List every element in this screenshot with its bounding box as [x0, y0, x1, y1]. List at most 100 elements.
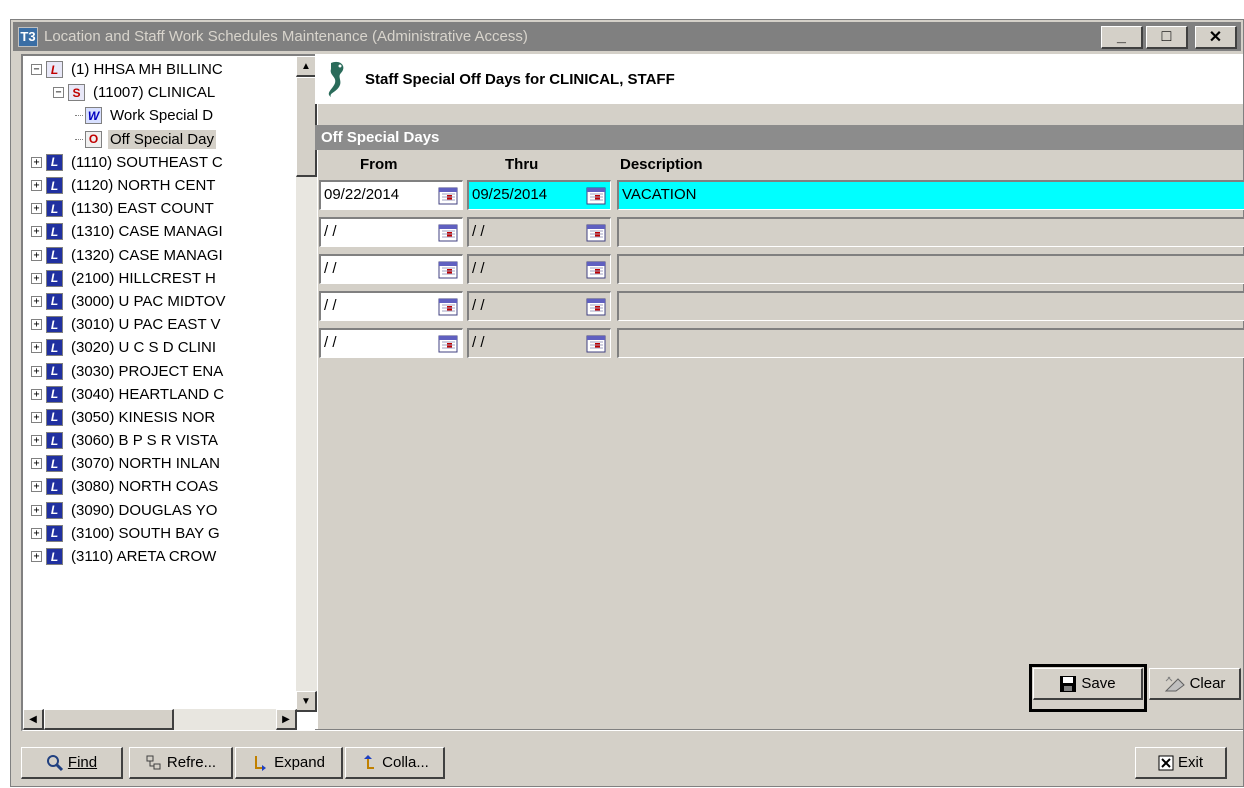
from-date-field[interactable]: / / — [319, 217, 463, 247]
from-date-field[interactable]: / / — [319, 328, 463, 358]
tree-item-label[interactable]: (3050) KINESIS NOR — [69, 408, 217, 427]
expand-node-icon[interactable]: + — [31, 295, 42, 307]
expand-node-icon[interactable]: + — [31, 342, 42, 354]
tree-item[interactable]: + L (1310) CASE MANAGI — [25, 220, 295, 243]
collapse-node-icon[interactable]: − — [31, 64, 42, 76]
horizontal-scroll-thumb[interactable] — [44, 709, 174, 730]
scroll-up-arrow-icon[interactable]: ▲ — [296, 56, 317, 77]
tree-item[interactable]: + L (1130) EAST COUNT — [25, 197, 295, 220]
tree-item-label[interactable]: (3080) NORTH COAS — [69, 477, 220, 496]
tree-item-label[interactable]: (1320) CASE MANAGI — [69, 246, 225, 265]
tree-item-label[interactable]: (11007) CLINICAL — [91, 83, 217, 102]
calendar-icon[interactable] — [438, 187, 458, 205]
description-field[interactable] — [617, 254, 1244, 284]
calendar-icon[interactable] — [438, 261, 458, 279]
tree-item-label[interactable]: (3040) HEARTLAND C — [69, 385, 226, 404]
thru-date-field[interactable]: / / — [467, 254, 611, 284]
thru-date-field[interactable]: / / — [467, 291, 611, 321]
tree-item[interactable]: + L (3100) SOUTH BAY G — [25, 522, 295, 545]
exit-button[interactable]: Exit — [1135, 747, 1227, 779]
calendar-icon[interactable] — [586, 224, 606, 242]
tree-item[interactable]: + L (2100) HILLCREST H — [25, 267, 295, 290]
scroll-down-arrow-icon[interactable]: ▼ — [296, 691, 317, 712]
tree-item-label[interactable]: (1310) CASE MANAGI — [69, 222, 225, 241]
tree-item-label[interactable]: (3100) SOUTH BAY G — [69, 524, 222, 543]
tree-item-label[interactable]: (1) HHSA MH BILLINC — [69, 60, 225, 79]
description-field[interactable] — [617, 328, 1244, 358]
tree-item-label[interactable]: (3110) ARETA CROW — [69, 547, 218, 566]
expand-node-icon[interactable]: + — [31, 411, 42, 423]
expand-node-icon[interactable]: + — [31, 226, 42, 238]
description-field[interactable]: VACATION — [617, 180, 1244, 210]
clear-button[interactable]: Clear — [1149, 668, 1241, 700]
tree-item[interactable]: − L (1) HHSA MH BILLINC — [25, 58, 295, 81]
calendar-icon[interactable] — [586, 187, 606, 205]
expand-node-icon[interactable]: + — [31, 156, 42, 168]
tree-item-label[interactable]: Work Special D — [108, 106, 215, 125]
tree-item-label[interactable]: Off Special Day — [108, 129, 216, 149]
description-field[interactable] — [617, 291, 1244, 321]
scroll-thumb[interactable] — [296, 77, 317, 177]
tree-item[interactable]: + L (3020) U C S D CLINI — [25, 336, 295, 359]
expand-node-icon[interactable]: + — [31, 388, 42, 400]
title-bar[interactable]: T3 Location and Staff Work Schedules Mai… — [13, 22, 1241, 51]
expand-node-icon[interactable]: + — [31, 435, 42, 447]
tree-item-label[interactable]: (3000) U PAC MIDTOV — [69, 292, 227, 311]
expand-node-icon[interactable]: + — [31, 319, 42, 331]
tree-vertical-scrollbar[interactable]: ▲ ▼ — [296, 56, 317, 712]
expand-button[interactable]: Expand — [235, 747, 343, 779]
save-button[interactable]: Save — [1033, 668, 1143, 700]
minimize-button[interactable]: _ — [1101, 26, 1143, 49]
tree-item-label[interactable]: (1130) EAST COUNT — [69, 199, 216, 218]
tree-item[interactable]: + L (3040) HEARTLAND C — [25, 383, 295, 406]
tree-item[interactable]: + L (3070) NORTH INLAN — [25, 452, 295, 475]
calendar-icon[interactable] — [438, 335, 458, 353]
scroll-left-arrow-icon[interactable]: ◀ — [23, 709, 44, 730]
tree-item[interactable]: + L (3010) U PAC EAST V — [25, 313, 295, 336]
tree-item[interactable]: + L (3110) ARETA CROW — [25, 545, 295, 568]
tree-item[interactable]: + L (1320) CASE MANAGI — [25, 244, 295, 267]
tree-item[interactable]: + L (3090) DOUGLAS YO — [25, 499, 295, 522]
expand-node-icon[interactable]: + — [31, 249, 42, 261]
tree-item[interactable]: − S (11007) CLINICAL — [25, 81, 295, 104]
tree-horizontal-scrollbar[interactable]: ◀ ▶ — [23, 709, 297, 730]
location-tree[interactable]: − L (1) HHSA MH BILLINC − S (11007) CLINICAL W… — [21, 54, 318, 731]
expand-node-icon[interactable]: + — [31, 481, 42, 493]
from-date-field[interactable]: 09/22/2014 — [319, 180, 463, 210]
find-button[interactable]: Find — [21, 747, 123, 779]
calendar-icon[interactable] — [438, 224, 458, 242]
tree-item-label[interactable]: (3090) DOUGLAS YO — [69, 501, 219, 520]
tree-item[interactable]: + L (1110) SOUTHEAST C — [25, 151, 295, 174]
maximize-button[interactable]: □ — [1146, 26, 1188, 49]
tree-item-label[interactable]: (1110) SOUTHEAST C — [69, 153, 225, 172]
expand-node-icon[interactable]: + — [31, 180, 42, 192]
thru-date-field[interactable]: / / — [467, 217, 611, 247]
from-date-field[interactable]: / / — [319, 291, 463, 321]
collapse-node-icon[interactable]: − — [53, 87, 64, 99]
collapse-button[interactable]: Colla... — [345, 747, 445, 779]
calendar-icon[interactable] — [586, 261, 606, 279]
expand-node-icon[interactable]: + — [31, 458, 42, 470]
tree-item[interactable]: + L (3000) U PAC MIDTOV — [25, 290, 295, 313]
tree-item[interactable]: + L (3030) PROJECT ENA — [25, 359, 295, 382]
thru-date-field[interactable]: / / — [467, 328, 611, 358]
tree-item[interactable]: + L (3050) KINESIS NOR — [25, 406, 295, 429]
refresh-button[interactable]: Refre... — [129, 747, 233, 779]
expand-node-icon[interactable]: + — [31, 504, 42, 516]
close-button[interactable]: ✕ — [1195, 26, 1237, 49]
tree-item-label[interactable]: (3060) B P S R VISTA — [69, 431, 220, 450]
tree-item-label[interactable]: (3070) NORTH INLAN — [69, 454, 222, 473]
expand-node-icon[interactable]: + — [31, 527, 42, 539]
tree-item[interactable]: + L (3080) NORTH COAS — [25, 475, 295, 498]
expand-node-icon[interactable]: + — [31, 365, 42, 377]
tree-item[interactable]: + L (3060) B P S R VISTA — [25, 429, 295, 452]
tree-item-label[interactable]: (2100) HILLCREST H — [69, 269, 218, 288]
tree-item-label[interactable]: (1120) NORTH CENT — [69, 176, 217, 195]
calendar-icon[interactable] — [586, 298, 606, 316]
expand-node-icon[interactable]: + — [31, 551, 42, 563]
tree-item[interactable]: + L (1120) NORTH CENT — [25, 174, 295, 197]
tree-item[interactable]: O Off Special Day — [25, 128, 295, 151]
calendar-icon[interactable] — [586, 335, 606, 353]
expand-node-icon[interactable]: + — [31, 272, 42, 284]
description-field[interactable] — [617, 217, 1244, 247]
